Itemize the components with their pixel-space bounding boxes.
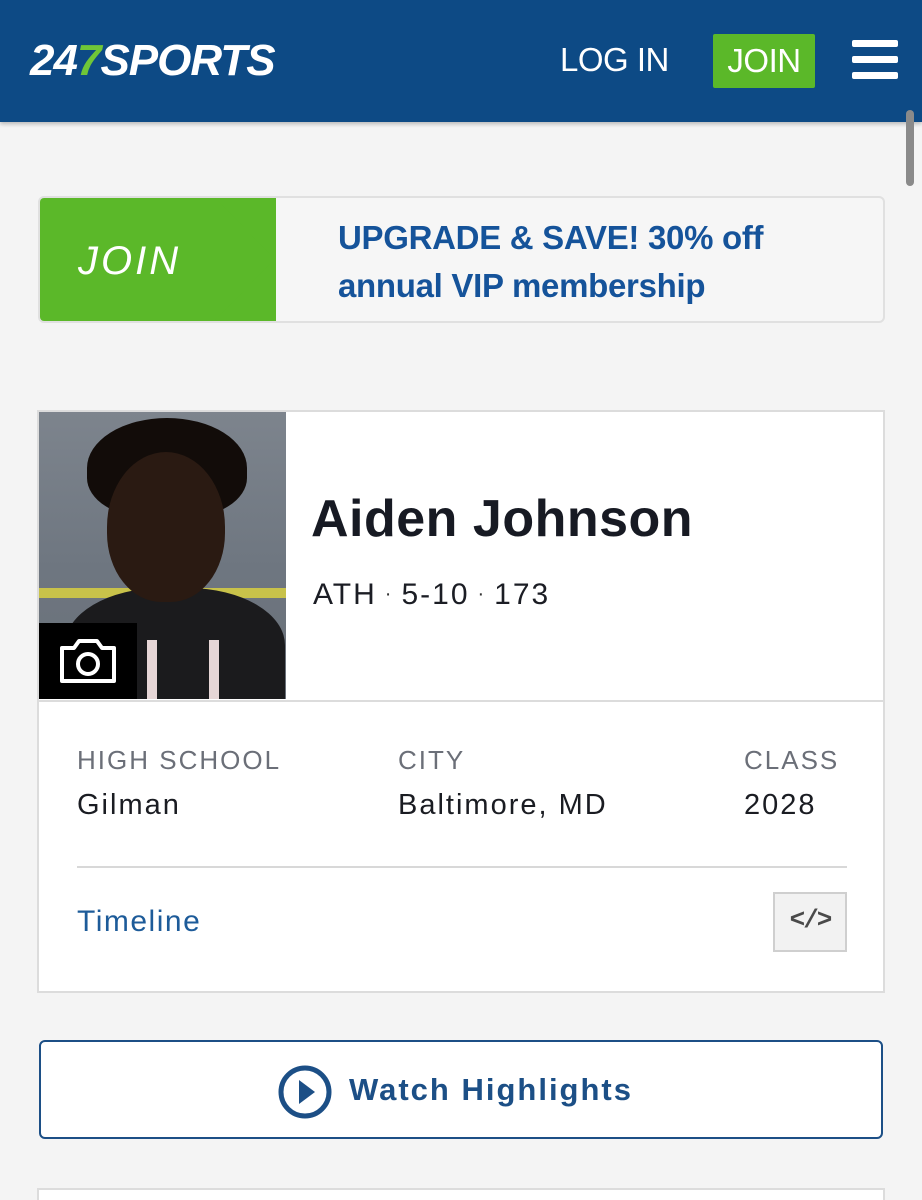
watch-highlights-label: Watch Highlights [349, 1072, 633, 1107]
play-circle-icon [278, 1065, 332, 1119]
site-header: 247SPORTS LOG IN JOIN [0, 0, 922, 122]
logo-suffix: SPORTS [100, 36, 275, 85]
player-weight: 173 [494, 578, 551, 611]
logo-prefix: 24 [30, 36, 78, 85]
high-school-label: HIGH SCHOOL [77, 745, 282, 775]
login-link[interactable]: LOG IN [560, 40, 669, 80]
city-label: CITY [398, 745, 466, 775]
class-label: CLASS [744, 745, 840, 775]
join-button[interactable]: JOIN [713, 34, 815, 88]
player-measurables: ATH · 5-10 · 173 [313, 578, 551, 611]
promo-text[interactable]: UPGRADE & SAVE! 30% off annual VIP membe… [338, 214, 868, 310]
site-logo[interactable]: 247SPORTS [30, 36, 276, 86]
player-height: 5-10 [401, 578, 470, 611]
vip-promo-banner[interactable]: JOIN UPGRADE & SAVE! 30% off annual VIP … [38, 196, 885, 323]
hamburger-menu-icon[interactable] [852, 40, 898, 80]
timeline-link[interactable]: Timeline [77, 904, 201, 940]
page-scrollbar[interactable] [906, 110, 914, 186]
player-position: ATH [313, 578, 377, 611]
logo-seven: 7 [76, 36, 102, 85]
city-info: CITY Baltimore, MD [398, 744, 608, 822]
city-value: Baltimore, MD [398, 789, 608, 821]
high-school-value: Gilman [77, 789, 181, 821]
player-name: Aiden Johnson [311, 490, 694, 548]
promo-join-label: JOIN [78, 239, 182, 283]
player-profile-card: Aiden Johnson ATH · 5-10 · 173 HIGH SCHOOL G… [37, 410, 885, 993]
class-value: 2028 [744, 789, 817, 821]
card-divider [39, 700, 883, 702]
player-photo[interactable] [39, 412, 286, 699]
class-info: CLASS 2028 [744, 744, 839, 822]
inner-divider [77, 866, 847, 868]
camera-icon[interactable] [39, 623, 137, 699]
high-school-info: HIGH SCHOOL Gilman [77, 744, 281, 822]
next-section-card [37, 1188, 885, 1200]
promo-arrow-shape [215, 198, 275, 320]
embed-code-button[interactable]: </> [773, 892, 847, 952]
watch-highlights-button[interactable]: Watch Highlights [39, 1040, 883, 1139]
